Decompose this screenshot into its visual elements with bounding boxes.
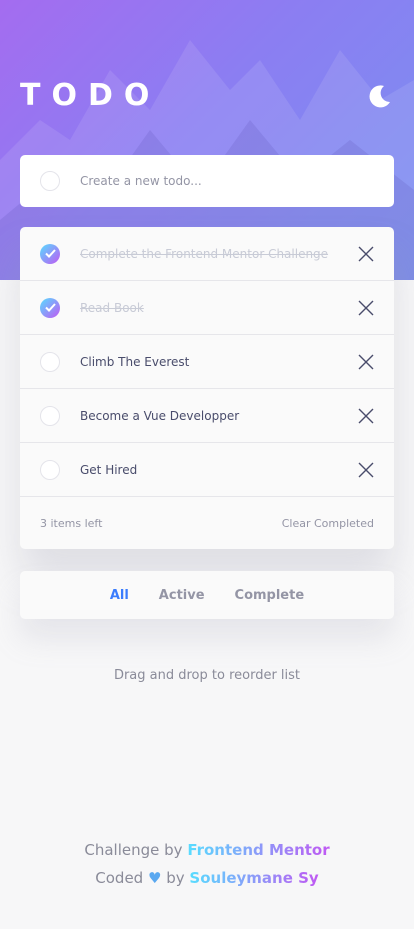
filter-complete[interactable]: Complete — [235, 588, 305, 603]
todo-item[interactable]: Read Book — [20, 281, 394, 335]
todo-text: Complete the Frontend Mentor Challenge — [80, 246, 329, 261]
circle-icon[interactable] — [40, 459, 60, 480]
create-todo-card — [20, 155, 394, 207]
close-icon[interactable] — [358, 408, 374, 424]
filter-active[interactable]: Active — [159, 588, 205, 603]
frontend-mentor-link[interactable]: Frontend Mentor — [187, 841, 329, 859]
heart-icon: ♥ — [148, 869, 162, 887]
todo-text: Read Book — [80, 300, 144, 315]
todo-text: Become a Vue Developper — [80, 408, 240, 423]
close-icon[interactable] — [358, 246, 374, 262]
author-link[interactable]: Souleymane Sy — [189, 869, 318, 887]
circle-icon[interactable] — [40, 351, 60, 372]
challenge-prefix: Challenge by — [84, 841, 183, 859]
check-icon[interactable] — [40, 297, 60, 318]
check-icon[interactable] — [40, 243, 60, 264]
app-title: TODO — [20, 78, 161, 113]
todo-item[interactable]: Climb The Everest — [20, 335, 394, 389]
close-icon[interactable] — [358, 300, 374, 316]
attribution: Challenge by Frontend Mentor Coded ♥ by … — [0, 836, 414, 892]
list-footer: 3 items left Clear Completed — [20, 497, 394, 549]
todo-text: Climb The Everest — [80, 354, 190, 369]
items-left-count: 3 items left — [40, 516, 103, 530]
create-circle-icon — [40, 171, 60, 191]
drag-drop-hint: Drag and drop to reorder list — [113, 668, 301, 683]
todo-text: Get Hired — [80, 462, 138, 477]
close-icon[interactable] — [358, 354, 374, 370]
coded-prefix: Coded — [95, 869, 144, 887]
todo-item[interactable]: Get Hired — [20, 443, 394, 497]
filter-all[interactable]: All — [110, 588, 129, 603]
todo-item[interactable]: Complete the Frontend Mentor Challenge — [20, 227, 394, 281]
moon-icon[interactable] — [366, 84, 392, 110]
coded-line: Coded ♥ by Souleymane Sy — [0, 864, 414, 892]
filter-bar: All Active Complete — [20, 571, 394, 619]
close-icon[interactable] — [358, 462, 374, 478]
by-text: by — [166, 869, 185, 887]
todo-item[interactable]: Become a Vue Developper — [20, 389, 394, 443]
challenge-line: Challenge by Frontend Mentor — [0, 836, 414, 864]
clear-completed-button[interactable]: Clear Completed — [282, 517, 374, 530]
todo-list: Complete the Frontend Mentor Challenge R… — [20, 227, 394, 549]
create-todo-input[interactable] — [80, 174, 360, 188]
circle-icon[interactable] — [40, 405, 60, 426]
